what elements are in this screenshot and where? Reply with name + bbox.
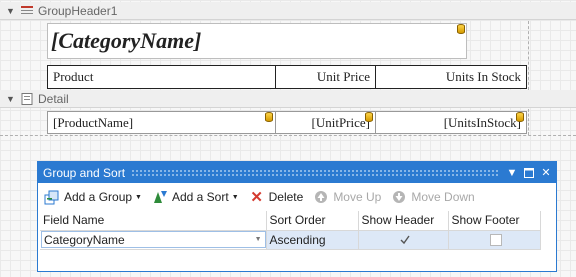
column-header-field-name[interactable]: Field Name: [40, 211, 267, 231]
data-bound-icon: [265, 112, 273, 122]
chevron-down-icon: ▼: [135, 193, 142, 201]
show-header-cell[interactable]: [358, 230, 449, 250]
field-name-cell[interactable]: CategoryName ▼: [40, 230, 267, 250]
data-bound-icon: [457, 24, 465, 34]
group-header-band-icon: [20, 5, 34, 17]
units-in-stock-header-cell[interactable]: Units In Stock: [375, 65, 527, 89]
move-up-button[interactable]: Move Up: [313, 189, 381, 205]
maximize-icon[interactable]: [522, 166, 536, 180]
add-sort-icon: [152, 189, 168, 205]
title-grip: [131, 168, 499, 177]
category-name-field[interactable]: [CategoryName]: [47, 23, 467, 59]
detail-band-icon: [20, 92, 34, 105]
chevron-down-icon: ▼: [231, 193, 239, 201]
units-in-stock-header-label: Units In Stock: [445, 69, 521, 84]
delete-button[interactable]: ✕ Delete: [249, 189, 304, 206]
column-header-show-footer[interactable]: Show Footer: [448, 211, 541, 231]
add-group-icon: [44, 189, 60, 205]
unit-price-header-cell[interactable]: Unit Price: [275, 65, 376, 89]
sort-order-cell[interactable]: Ascending: [266, 230, 359, 250]
field-name-select[interactable]: CategoryName: [44, 233, 125, 247]
add-group-button[interactable]: Add a Group ▼: [44, 189, 142, 205]
panel-title: Group and Sort: [43, 165, 126, 180]
group-and-sort-panel: Group and Sort ▼ ✕ Add a Group ▼ Add a S…: [37, 161, 557, 272]
collapse-caret-icon[interactable]: ▼: [6, 94, 15, 104]
delete-x-icon: ✕: [250, 189, 263, 206]
group-header-band[interactable]: ▼ GroupHeader1: [0, 2, 576, 20]
units-in-stock-text: [UnitsInStock]: [443, 114, 521, 130]
chevron-down-icon[interactable]: ▼: [255, 236, 262, 243]
show-footer-cell[interactable]: [448, 230, 541, 250]
product-header-cell[interactable]: Product: [47, 65, 276, 89]
move-up-label: Move Up: [333, 190, 382, 204]
checkmark-icon: [400, 235, 410, 245]
data-bound-icon: [365, 112, 373, 122]
show-footer-checkbox[interactable]: [489, 234, 502, 247]
move-down-icon: [391, 189, 407, 205]
detail-band-label: Detail: [38, 91, 69, 106]
dropdown-icon[interactable]: ▼: [505, 166, 519, 180]
delete-label: Delete: [268, 190, 304, 204]
panel-toolbar: Add a Group ▼ Add a Sort ▼ ✕ Delete Move…: [38, 183, 556, 211]
detail-band[interactable]: ▼ Detail: [0, 90, 576, 108]
group-header-band-label: GroupHeader1: [38, 3, 118, 18]
data-bound-icon: [516, 112, 524, 122]
unit-price-header-label: Unit Price: [316, 69, 370, 84]
move-down-label: Move Down: [411, 190, 475, 204]
collapse-caret-icon[interactable]: ▼: [6, 6, 15, 16]
unit-price-field[interactable]: [UnitPrice]: [275, 111, 376, 134]
units-in-stock-field[interactable]: [UnitsInStock]: [375, 111, 527, 134]
table-row[interactable]: CategoryName ▼ Ascending: [40, 230, 541, 250]
add-group-label: Add a Group: [64, 190, 133, 204]
move-up-icon: [313, 189, 329, 205]
category-name-text: [CategoryName]: [51, 28, 202, 53]
add-sort-label: Add a Sort: [171, 190, 229, 204]
product-name-text: [ProductName]: [53, 114, 134, 130]
product-name-field[interactable]: [ProductName]: [47, 111, 276, 134]
column-header-show-header[interactable]: Show Header: [358, 211, 449, 231]
column-header-sort-order[interactable]: Sort Order: [266, 211, 359, 231]
move-down-button[interactable]: Move Down: [391, 189, 475, 205]
panel-titlebar[interactable]: Group and Sort ▼ ✕: [38, 162, 556, 183]
show-header-checkbox[interactable]: [399, 234, 411, 246]
close-icon[interactable]: ✕: [539, 166, 553, 180]
group-sort-grid: Field Name Sort Order Show Header Show F…: [40, 211, 541, 250]
unit-price-text: [UnitPrice]: [311, 114, 370, 130]
add-sort-button[interactable]: Add a Sort ▼: [152, 189, 239, 205]
product-header-label: Product: [53, 69, 94, 84]
